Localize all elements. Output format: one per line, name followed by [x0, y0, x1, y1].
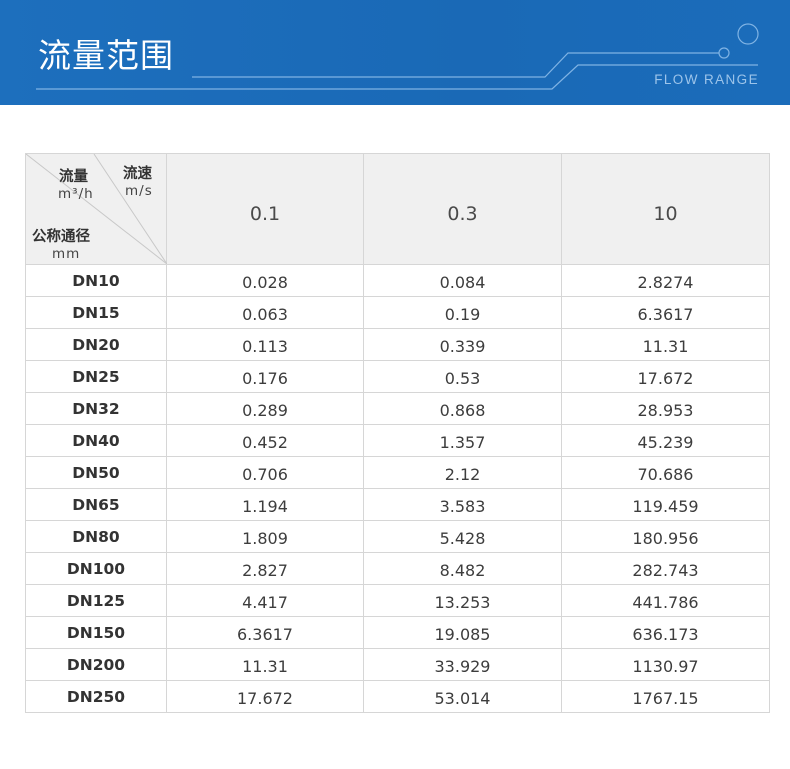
- flow-value-cell: 1130.97: [561, 648, 770, 681]
- nominal-diameter-cell: DN80: [25, 520, 167, 553]
- flow-value-cell: 0.176: [166, 360, 364, 393]
- nominal-diameter-cell: DN40: [25, 424, 167, 457]
- flow-label: 流量: [59, 169, 88, 185]
- table-row: DN50 0.706 2.12 70.686: [25, 456, 770, 489]
- flow-value-cell: 282.743: [561, 552, 770, 585]
- flow-range-table: 流速 m/s 流量 m³/h 公称通径 mm 0.1 0.3 10 DN10 0.…: [25, 153, 770, 713]
- flow-value-cell: 180.956: [561, 520, 770, 553]
- flow-value-cell: 45.239: [561, 424, 770, 457]
- table-row: DN250 17.672 53.014 1767.15: [25, 680, 770, 713]
- flow-value-cell: 0.19: [363, 296, 562, 329]
- flow-value-cell: 441.786: [561, 584, 770, 617]
- velocity-label: 流速: [123, 166, 152, 182]
- circuit-line-decoration: [36, 23, 759, 90]
- nominal-diameter-cell: DN32: [25, 392, 167, 425]
- table-header-row: 流速 m/s 流量 m³/h 公称通径 mm 0.1 0.3 10: [25, 153, 770, 265]
- nominal-diameter-cell: DN200: [25, 648, 167, 681]
- flow-value-cell: 33.929: [363, 648, 562, 681]
- flow-value-cell: 53.014: [363, 680, 562, 713]
- flow-value-cell: 0.53: [363, 360, 562, 393]
- table-row: DN150 6.3617 19.085 636.173: [25, 616, 770, 649]
- flow-unit: m³/h: [58, 186, 94, 202]
- flow-value-cell: 0.289: [166, 392, 364, 425]
- flow-value-cell: 4.417: [166, 584, 364, 617]
- velocity-unit: m/s: [125, 183, 153, 199]
- flow-value-cell: 1.809: [166, 520, 364, 553]
- page-subtitle: FLOW RANGE: [654, 72, 759, 87]
- nominal-diameter-cell: DN250: [25, 680, 167, 713]
- flow-value-cell: 2.12: [363, 456, 562, 489]
- flow-value-cell: 11.31: [561, 328, 770, 361]
- flow-value-cell: 6.3617: [561, 296, 770, 329]
- flow-value-cell: 0.084: [363, 264, 562, 297]
- nominal-diameter-cell: DN50: [25, 456, 167, 489]
- flow-value-cell: 19.085: [363, 616, 562, 649]
- velocity-header-cell: 0.3: [363, 153, 562, 265]
- flow-value-cell: 0.706: [166, 456, 364, 489]
- flow-value-cell: 3.583: [363, 488, 562, 521]
- nominal-diameter-cell: DN65: [25, 488, 167, 521]
- table-row: DN40 0.452 1.357 45.239: [25, 424, 770, 457]
- table-row: DN125 4.417 13.253 441.786: [25, 584, 770, 617]
- flow-value-cell: 1.194: [166, 488, 364, 521]
- diameter-unit: mm: [52, 246, 81, 262]
- flow-value-cell: 636.173: [561, 616, 770, 649]
- flow-value-cell: 70.686: [561, 456, 770, 489]
- flow-value-cell: 1.357: [363, 424, 562, 457]
- flow-value-cell: 1767.15: [561, 680, 770, 713]
- flow-value-cell: 28.953: [561, 392, 770, 425]
- flow-value-cell: 17.672: [561, 360, 770, 393]
- flow-value-cell: 0.452: [166, 424, 364, 457]
- flow-value-cell: 17.672: [166, 680, 364, 713]
- header-corner-cell: 流速 m/s 流量 m³/h 公称通径 mm: [25, 153, 167, 265]
- flow-value-cell: 0.339: [363, 328, 562, 361]
- diameter-label: 公称通径: [32, 229, 90, 245]
- table-row: DN10 0.028 0.084 2.8274: [25, 264, 770, 297]
- nominal-diameter-cell: DN25: [25, 360, 167, 393]
- flow-value-cell: 0.028: [166, 264, 364, 297]
- flow-value-cell: 0.113: [166, 328, 364, 361]
- table-row: DN65 1.194 3.583 119.459: [25, 488, 770, 521]
- table-row: DN80 1.809 5.428 180.956: [25, 520, 770, 553]
- header-banner: 流量范围 FLOW RANGE: [0, 0, 790, 105]
- flow-value-cell: 6.3617: [166, 616, 364, 649]
- nominal-diameter-cell: DN10: [25, 264, 167, 297]
- table-row: DN25 0.176 0.53 17.672: [25, 360, 770, 393]
- nominal-diameter-cell: DN15: [25, 296, 167, 329]
- flow-value-cell: 0.868: [363, 392, 562, 425]
- table-row: DN20 0.113 0.339 11.31: [25, 328, 770, 361]
- nominal-diameter-cell: DN100: [25, 552, 167, 585]
- flow-value-cell: 13.253: [363, 584, 562, 617]
- table-row: DN15 0.063 0.19 6.3617: [25, 296, 770, 329]
- flow-value-cell: 8.482: [363, 552, 562, 585]
- table-row: DN32 0.289 0.868 28.953: [25, 392, 770, 425]
- nominal-diameter-cell: DN20: [25, 328, 167, 361]
- table-row: DN200 11.31 33.929 1130.97: [25, 648, 770, 681]
- flow-value-cell: 0.063: [166, 296, 364, 329]
- velocity-header-cell: 10: [561, 153, 770, 265]
- table-row: DN100 2.827 8.482 282.743: [25, 552, 770, 585]
- flow-value-cell: 11.31: [166, 648, 364, 681]
- nominal-diameter-cell: DN150: [25, 616, 167, 649]
- flow-value-cell: 5.428: [363, 520, 562, 553]
- flow-value-cell: 2.8274: [561, 264, 770, 297]
- flow-value-cell: 119.459: [561, 488, 770, 521]
- flow-value-cell: 2.827: [166, 552, 364, 585]
- velocity-header-cell: 0.1: [166, 153, 364, 265]
- nominal-diameter-cell: DN125: [25, 584, 167, 617]
